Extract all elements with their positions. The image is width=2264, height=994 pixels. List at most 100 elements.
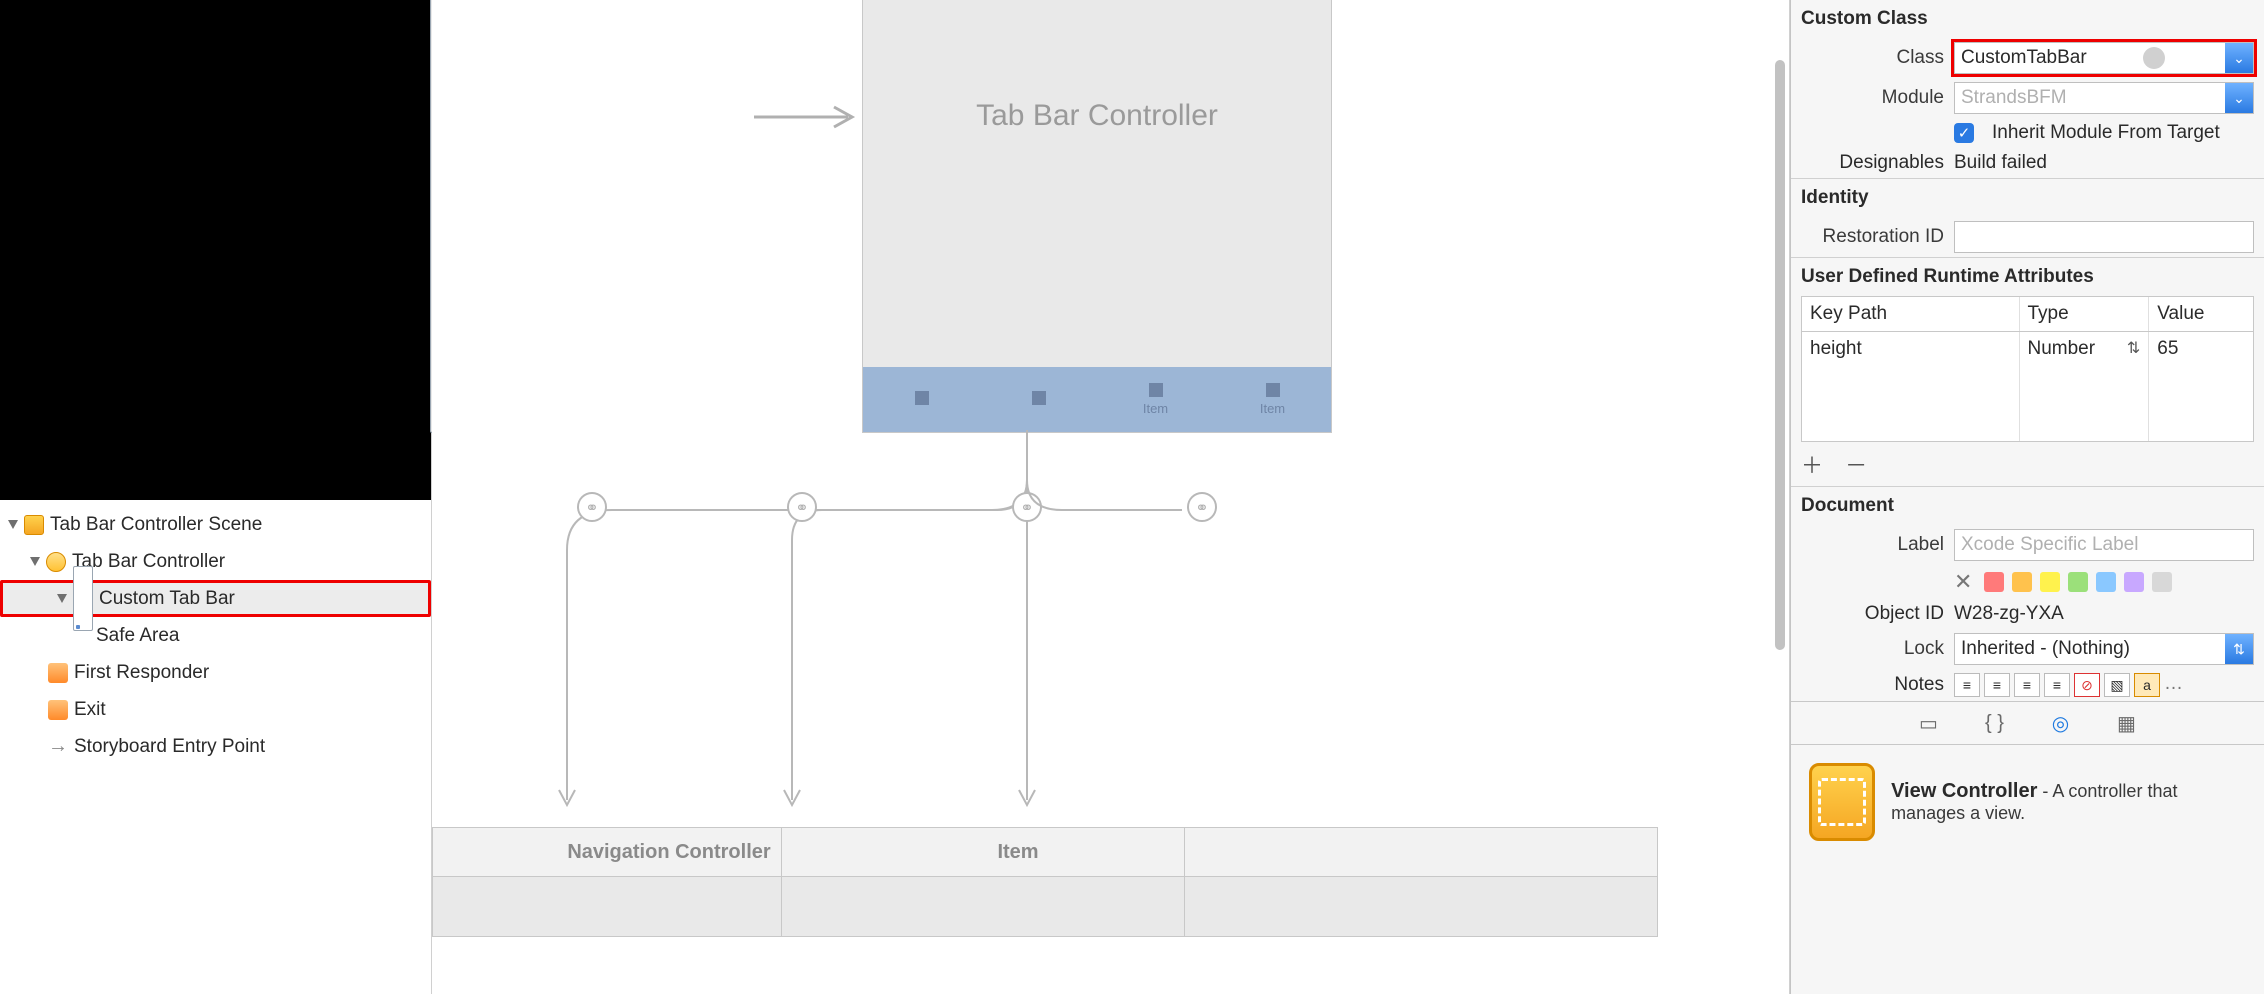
doc-label-row: Label Xcode Specific Label xyxy=(1791,525,2264,565)
module-placeholder: StrandsBFM xyxy=(1961,87,2067,109)
swatch-green[interactable] xyxy=(2068,572,2088,592)
media-library-icon[interactable]: ▦ xyxy=(2114,710,2140,736)
outline-safe-area-label: Safe Area xyxy=(96,625,179,647)
type-stepper-icon[interactable]: ⇅ xyxy=(2122,338,2140,358)
tab-icon xyxy=(1149,383,1163,397)
doc-label-field[interactable]: Xcode Specific Label xyxy=(1954,529,2254,561)
tab-item[interactable]: Item xyxy=(1097,367,1214,432)
disclosure-icon[interactable] xyxy=(8,520,18,529)
tab-icon xyxy=(915,391,929,405)
navigator-panel: Tab Bar Controller Scene Tab Bar Control… xyxy=(0,0,432,994)
clear-color-icon[interactable]: ✕ xyxy=(1954,569,1972,595)
class-field[interactable]: CustomTabBar ⌄ xyxy=(1954,42,2254,74)
document-outline[interactable]: Tab Bar Controller Scene Tab Bar Control… xyxy=(0,500,431,994)
preview-pane xyxy=(0,0,431,500)
outline-custom-tabbar[interactable]: Custom Tab Bar xyxy=(0,580,431,617)
outline-entry-point-label: Storyboard Entry Point xyxy=(74,736,265,758)
label-color-swatches[interactable]: ✕ xyxy=(1954,569,2172,595)
inspector-panel: Custom Class Class CustomTabBar ⌄ Module… xyxy=(1790,0,2264,994)
disclosure-icon[interactable] xyxy=(57,594,67,603)
lock-value: Inherited - (Nothing) xyxy=(1961,638,2130,660)
disclosure-icon[interactable] xyxy=(30,557,40,566)
swatch-red[interactable] xyxy=(1984,572,2004,592)
class-value: CustomTabBar xyxy=(1961,47,2087,69)
module-label: Module xyxy=(1801,87,1944,109)
tabbar-icon xyxy=(73,566,93,631)
inherit-checkbox[interactable]: ✓ xyxy=(1954,123,1974,143)
udra-col-value[interactable]: Value xyxy=(2148,297,2253,331)
tab-bar[interactable]: Item Item xyxy=(863,367,1331,432)
outline-entry-point[interactable]: → Storyboard Entry Point xyxy=(0,728,431,765)
notes-toolbar[interactable]: ≡ ≡ ≡ ≡ ⊘ ▧ a … xyxy=(1954,673,2183,697)
udra-col-type[interactable]: Type xyxy=(2019,297,2149,331)
inherit-label: Inherit Module From Target xyxy=(1992,122,2220,144)
object-library-icon[interactable]: ◎ xyxy=(2048,710,2074,736)
child-scene-header[interactable] xyxy=(1184,827,1658,877)
align-right-icon[interactable]: ≡ xyxy=(2014,673,2040,697)
notes-font-icon[interactable]: a xyxy=(2134,673,2160,697)
outline-exit[interactable]: Exit xyxy=(0,691,431,728)
designables-label: Designables xyxy=(1801,152,1944,174)
notes-label: Notes xyxy=(1801,674,1944,696)
section-identity: Identity xyxy=(1791,178,2264,217)
notes-cancel-icon[interactable]: ⊘ xyxy=(2074,673,2100,697)
chevron-down-icon[interactable]: ⇅ xyxy=(2225,634,2253,664)
clear-icon[interactable] xyxy=(2143,47,2165,69)
scrollbar-thumb[interactable] xyxy=(1775,60,1785,650)
outline-safe-area[interactable]: Safe Area xyxy=(0,617,431,654)
udra-key[interactable]: height xyxy=(1810,338,1862,360)
library-item-view-controller[interactable]: View Controller - A controller that mana… xyxy=(1791,745,2264,859)
align-justify-icon[interactable]: ≡ xyxy=(2044,673,2070,697)
designables-value: Build failed xyxy=(1954,152,2047,174)
tab-icon xyxy=(1032,391,1046,405)
align-center-icon[interactable]: ≡ xyxy=(1984,673,2010,697)
udra-col-key[interactable]: Key Path xyxy=(1802,297,2019,331)
arrow-right-icon: → xyxy=(48,737,68,757)
lock-field[interactable]: Inherited - (Nothing) ⇅ xyxy=(1954,633,2254,665)
swatch-blue[interactable] xyxy=(2096,572,2116,592)
child-scene-body[interactable] xyxy=(1184,877,1658,937)
udra-table-row[interactable]: height Number ⇅ 65 xyxy=(1801,332,2254,442)
restoration-field[interactable] xyxy=(1954,221,2254,253)
file-template-icon[interactable]: ▭ xyxy=(1916,710,1942,736)
outline-scene[interactable]: Tab Bar Controller Scene xyxy=(0,506,431,543)
swatch-orange[interactable] xyxy=(2012,572,2032,592)
udra-value[interactable]: 65 xyxy=(2157,338,2178,360)
section-document: Document xyxy=(1791,486,2264,525)
canvas-scrollbar[interactable] xyxy=(1775,10,1787,990)
controller-icon xyxy=(46,552,66,572)
swatch-purple[interactable] xyxy=(2124,572,2144,592)
tab-bar-controller-scene[interactable]: Tab Bar Controller Item Item xyxy=(862,0,1332,433)
code-snippet-icon[interactable]: { } xyxy=(1982,710,2008,736)
tab-item[interactable]: Item xyxy=(1214,367,1331,432)
tab-item[interactable] xyxy=(980,367,1097,432)
outline-scene-label: Tab Bar Controller Scene xyxy=(50,514,262,536)
section-custom-class: Custom Class xyxy=(1791,0,2264,38)
swatch-yellow[interactable] xyxy=(2040,572,2060,592)
chevron-down-icon[interactable]: ⌄ xyxy=(2225,43,2253,73)
chevron-down-icon[interactable]: ⌄ xyxy=(2225,83,2253,113)
module-field[interactable]: StrandsBFM ⌄ xyxy=(1954,82,2254,114)
swatch-gray[interactable] xyxy=(2152,572,2172,592)
storyboard-canvas[interactable]: Tab Bar Controller Item Item ⚭ ⚭ ⚭ ⚭ Nav… xyxy=(432,0,1790,994)
lock-row: Lock Inherited - (Nothing) ⇅ xyxy=(1791,629,2264,669)
notes-image-icon[interactable]: ▧ xyxy=(2104,673,2130,697)
first-responder-icon xyxy=(48,663,68,683)
udra-add-remove[interactable]: ＋ － xyxy=(1791,442,2264,486)
designables-row: Designables Build failed xyxy=(1791,148,2264,178)
section-udra: User Defined Runtime Attributes xyxy=(1791,257,2264,296)
udra-type[interactable]: Number xyxy=(2028,338,2096,360)
outline-custom-tabbar-label: Custom Tab Bar xyxy=(99,588,235,610)
svg-text:⚭: ⚭ xyxy=(585,500,598,517)
library-filter-bar[interactable]: ▭ { } ◎ ▦ xyxy=(1791,701,2264,745)
segue-lines: ⚭ xyxy=(1022,430,1442,850)
entry-arrow-icon xyxy=(754,103,862,131)
scene-icon xyxy=(24,515,44,535)
lock-label: Lock xyxy=(1801,638,1944,660)
align-left-icon[interactable]: ≡ xyxy=(1954,673,1980,697)
object-id-row: Object ID W28-zg-YXA xyxy=(1791,599,2264,629)
tab-item[interactable] xyxy=(863,367,980,432)
outline-exit-label: Exit xyxy=(74,699,106,721)
outline-controller[interactable]: Tab Bar Controller xyxy=(0,543,431,580)
outline-first-responder[interactable]: First Responder xyxy=(0,654,431,691)
